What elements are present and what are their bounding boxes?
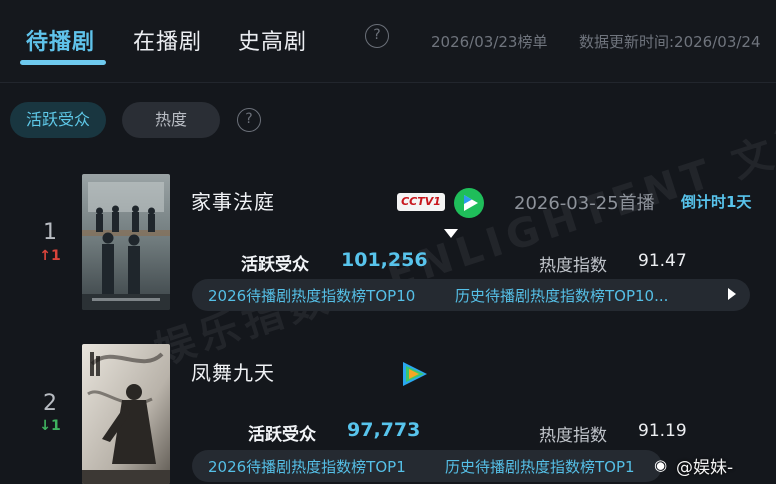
list-date: 2026/03/23榜单: [431, 33, 548, 51]
drama-title[interactable]: 凤舞九天: [191, 357, 275, 386]
heat-index-label: 热度指数: [539, 256, 607, 276]
weibo-icon: ◉: [654, 456, 668, 474]
question-circle-icon[interactable]: ?: [237, 108, 261, 132]
ranking-tag[interactable]: 历史待播剧热度指数榜TOP1: [445, 456, 635, 477]
drama-poster[interactable]: [82, 174, 170, 310]
active-audience-value: 97,773: [347, 419, 421, 441]
drama-title[interactable]: 家事法庭: [191, 186, 275, 215]
countdown: 倒计时1天: [681, 193, 752, 211]
iqiyi-logo-icon: [454, 188, 484, 218]
release-date: 2026-03-25首播: [514, 193, 655, 214]
rank-number: 2: [43, 391, 57, 416]
cctv1-logo-icon: CCTV1: [397, 193, 445, 211]
active-audience-value: 101,256: [341, 249, 428, 271]
rank-trend-up: ↑1: [39, 248, 61, 264]
ranking-tags-bar[interactable]: 2026待播剧热度指数榜TOP1 历史待播剧热度指数榜TOP1: [192, 450, 662, 482]
ranking-tags-bar[interactable]: 2026待播剧热度指数榜TOP10 历史待播剧热度指数榜TOP10...: [192, 279, 750, 311]
filter-active-audience[interactable]: 活跃受众: [10, 102, 106, 138]
weibo-credit: @娱妹-: [676, 458, 734, 478]
heat-index-label: 热度指数: [539, 426, 607, 446]
tencent-video-logo-icon: [403, 362, 427, 386]
data-update-time: 数据更新时间:2026/03/24: [579, 33, 761, 51]
active-audience-label: 活跃受众: [241, 255, 309, 275]
active-tab-indicator: [20, 60, 106, 65]
rank-trend-down: ↓1: [39, 418, 61, 434]
ranking-tag[interactable]: 2026待播剧热度指数榜TOP10: [208, 285, 415, 306]
tab-airing-dramas[interactable]: 在播剧: [133, 24, 202, 56]
question-circle-icon[interactable]: ?: [365, 24, 389, 48]
tab-all-time-high-dramas[interactable]: 史高剧: [238, 24, 307, 56]
heat-index-value: 91.19: [638, 421, 687, 441]
chevron-down-icon[interactable]: [444, 229, 458, 238]
top-tab-bar: 待播剧 在播剧 史高剧 ? 2026/03/23榜单 数据更新时间:2026/0…: [0, 0, 776, 82]
heat-index-value: 91.47: [638, 251, 687, 271]
header-divider: [0, 82, 776, 83]
active-audience-label: 活跃受众: [248, 425, 316, 445]
tab-upcoming-dramas[interactable]: 待播剧: [26, 24, 95, 56]
drama-poster[interactable]: [82, 344, 170, 484]
ranking-tag[interactable]: 历史待播剧热度指数榜TOP10...: [455, 285, 668, 306]
ranking-tag[interactable]: 2026待播剧热度指数榜TOP1: [208, 456, 406, 477]
chevron-right-icon[interactable]: [728, 288, 736, 300]
rank-number: 1: [43, 220, 57, 245]
filter-heat[interactable]: 热度: [122, 102, 220, 138]
